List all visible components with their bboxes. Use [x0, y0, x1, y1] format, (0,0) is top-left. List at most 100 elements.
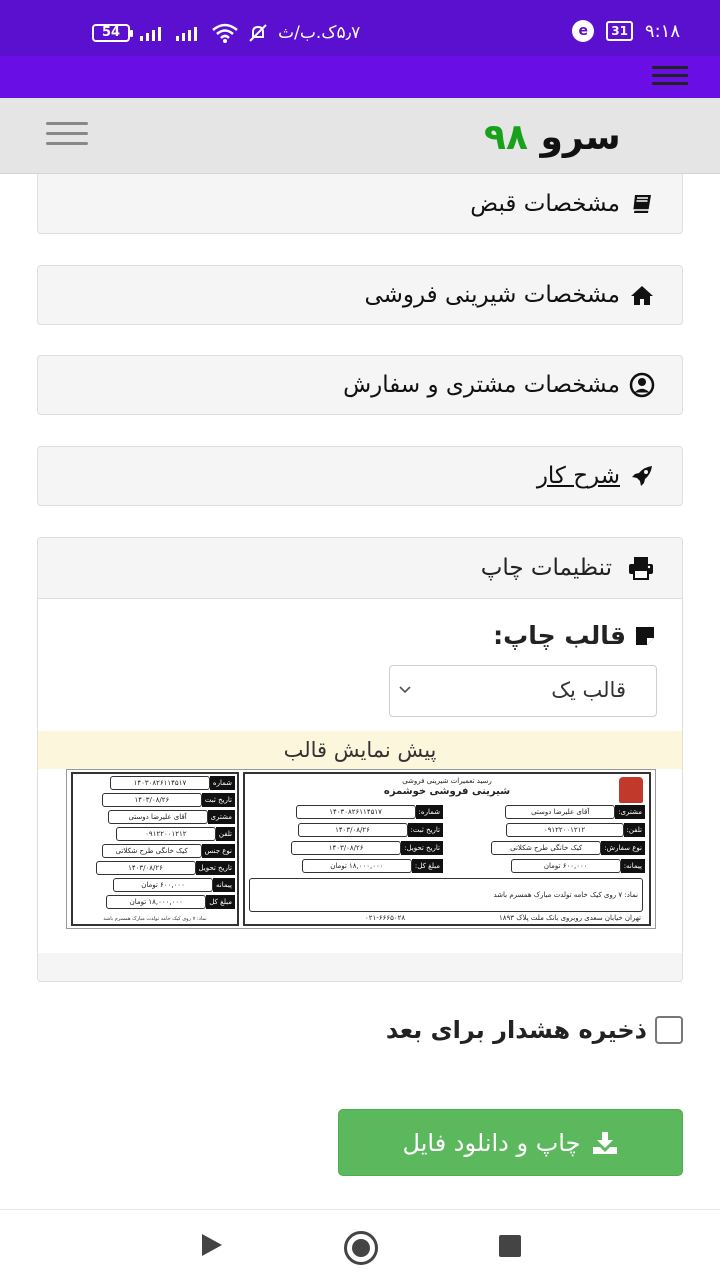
receipt-value: ۰۹۱۲۲۰۰۱۲۱۲ [505, 823, 624, 837]
receipt-key: تاریخ تحویل: [401, 841, 443, 855]
receipt-key: مبلغ کل: [411, 859, 443, 873]
receipt-header-small: رسید تعمیرات شیرینی فروشی [402, 777, 492, 785]
receipt-value: آقای علیرضا دوستی [505, 805, 616, 819]
receipt-row: مشتری آقای علیرضا دوستی [107, 810, 235, 824]
receipt-note: نماد: ۷ روی کیک خامه تولدت مبارک همسرم ب… [249, 878, 643, 912]
panel-label: مشخصات قبض [470, 190, 620, 217]
receipt-row: مشتری: آقای علیرضا دوستی [505, 805, 645, 819]
recent-apps-icon[interactable] [499, 1235, 521, 1257]
receipt-row: پیمانه: ۶۰۰,۰۰۰ تومان [510, 859, 645, 873]
receipt-key: تاریخ تحویل [195, 861, 235, 875]
receipt-value: ۱۴۰۳۰۸۲۶۱۱۴۵۱۷ [295, 805, 416, 819]
receipt-key: مشتری: [615, 805, 645, 819]
template-select-value: قالب یک [551, 678, 626, 702]
panel-label: مشخصات مشتری و سفارش [343, 372, 620, 398]
receipt-value: کیک خانگی طرح شکلاتی [101, 844, 202, 858]
download-icon [592, 1131, 618, 1155]
panel-label: مشخصات شیرینی فروشی [364, 282, 620, 308]
receipt-row: شماره: ۱۴۰۳۰۸۲۶۱۱۴۵۱۷ [295, 805, 443, 819]
receipt-key: تاریخ ثبت: [407, 823, 443, 837]
receipt-row: تاریخ ثبت ۱۴۰۳/۰۸/۲۶ [101, 793, 235, 807]
wifi-icon [212, 23, 238, 43]
system-nav-bar [0, 1209, 720, 1280]
receipt-value: کیک خانگی طرح شکلاتی [491, 841, 602, 855]
receipt-preview: رسید تعمیرات شیرینی فروشی شیرینی فروشی خ… [66, 769, 656, 929]
print-download-button[interactable]: چاپ و دانلود فایل [338, 1109, 683, 1176]
app-bar [0, 56, 720, 98]
printer-icon [626, 554, 656, 582]
receipt-key: پیمانه: [620, 859, 645, 873]
receipt-row: مبلغ کل: ۱۸,۰۰۰,۰۰۰ تومان [301, 859, 443, 873]
receipt-row: تاریخ تحویل ۱۴۰۳/۰۸/۲۶ [95, 861, 235, 875]
receipt-key: تلفن [215, 827, 235, 841]
status-left: 54 ۵٫۷ک.ب/ث [92, 22, 360, 44]
site-header: ۹۸ سرو [0, 98, 720, 174]
back-icon[interactable] [202, 1234, 222, 1256]
home-button-icon[interactable] [344, 1231, 378, 1265]
receipt-value: ۱۴۰۳/۰۸/۲۶ [291, 841, 402, 855]
receipt-row: پیمانه ۶۰۰,۰۰۰ تومان [113, 878, 235, 892]
receipt-main: رسید تعمیرات شیرینی فروشی شیرینی فروشی خ… [243, 772, 651, 926]
template-select[interactable]: قالب یک [389, 665, 657, 717]
receipt-phone: ۰۲۱-۶۶۶۵۰۲۸ [365, 914, 406, 922]
clock: ۹:۱۸ [644, 20, 680, 42]
panel-print-settings: تنظیمات چاپ قالب چاپ: قالب یک پیش نمایش … [37, 537, 683, 982]
signal-icon-2 [176, 27, 198, 41]
print-settings-header[interactable]: تنظیمات چاپ [38, 538, 682, 599]
rocket-icon [628, 462, 656, 490]
receipt-address: تهران خیابان سعدی روبروی بانک ملت پلاک ۱… [499, 914, 641, 922]
menu-icon[interactable] [652, 66, 688, 88]
receipt-key: تاریخ ثبت [201, 793, 235, 807]
receipt-value: ۱۴۰۳/۰۸/۲۶ [101, 793, 202, 807]
template-label-text: قالب چاپ: [493, 621, 626, 650]
status-bar: 54 ۵٫۷ک.ب/ث e 31 ۹:۱۸ [0, 0, 720, 56]
hamburger-icon[interactable] [46, 122, 88, 148]
panel-label: تنظیمات چاپ [480, 555, 612, 581]
receipt-value: آقای علیرضا دوستی [107, 810, 208, 824]
logo-number: ۹۸ [484, 117, 528, 158]
receipt-value: ۱۴۰۳/۰۸/۲۶ [95, 861, 196, 875]
receipt-row: شماره ۱۴۰۳۰۸۲۶۱۱۴۵۱۷ [109, 776, 235, 790]
sticky-note-icon [634, 625, 656, 647]
site-logo[interactable]: ۹۸ سرو [484, 116, 621, 160]
panel-label: شرح کار [536, 463, 620, 489]
panel-customer-order[interactable]: مشخصات مشتری و سفارش [37, 355, 683, 415]
status-right: e 31 ۹:۱۸ [572, 20, 680, 42]
receipt-value: ۱۸,۰۰۰,۰۰۰ تومان [106, 895, 207, 909]
receipt-key: مشتری [207, 810, 235, 824]
receipt-key: نوع جنس [201, 844, 235, 858]
logo-word: سرو [540, 117, 621, 158]
receipt-row: تلفن: ۰۹۱۲۲۰۰۱۲۱۲ [505, 823, 645, 837]
browser-notification-icon: e [572, 20, 595, 42]
panel-receipt-specs[interactable]: مشخصات قبض [37, 174, 683, 234]
save-warning-row: ذخیره هشدار برای بعد [386, 1016, 683, 1044]
book-icon [628, 190, 656, 218]
receipt-row: مبلغ کل ۱۸,۰۰۰,۰۰۰ تومان [106, 895, 235, 909]
receipt-row: تاریخ ثبت: ۱۴۰۳/۰۸/۲۶ [297, 823, 443, 837]
receipt-key: تلفن: [623, 823, 645, 837]
home-icon [628, 281, 656, 309]
signal-icon [140, 27, 162, 41]
receipt-row: تلفن ۰۹۱۲۲۰۰۱۲۱۲ [115, 827, 235, 841]
network-speed: ۵٫۷ک.ب/ث [278, 23, 361, 43]
save-warning-label: ذخیره هشدار برای بعد [385, 1016, 647, 1044]
receipt-key: شماره: [415, 805, 443, 819]
preview-title: پیش نمایش قالب [38, 731, 682, 769]
receipt-key: نوع سفارش: [601, 841, 645, 855]
print-download-label: چاپ و دانلود فایل [402, 1128, 581, 1157]
receipt-stub: شماره ۱۴۰۳۰۸۲۶۱۱۴۵۱۷ تاریخ ثبت ۱۴۰۳/۰۸/۲… [71, 772, 239, 926]
receipt-row: نوع سفارش: کیک خانگی طرح شکلاتی [491, 841, 645, 855]
receipt-value: ۱۴۰۳/۰۸/۲۶ [297, 823, 408, 837]
receipt-value: ۶۰۰,۰۰۰ تومان [113, 878, 214, 892]
save-warning-checkbox[interactable] [655, 1016, 683, 1044]
receipt-stub-note: نماد: ۷ روی کیک خامه تولدت مبارک همسرم ب… [103, 916, 207, 922]
receipt-key: پیمانه [213, 878, 235, 892]
panel-work-description[interactable]: شرح کار [37, 446, 683, 506]
receipt-row: تاریخ تحویل: ۱۴۰۳/۰۸/۲۶ [291, 841, 443, 855]
receipt-shop-name: شیرینی فروشی خوشمزه [383, 786, 511, 797]
panel-shop-specs[interactable]: مشخصات شیرینی فروشی [37, 265, 683, 325]
receipt-value: ۱۴۰۳۰۸۲۶۱۱۴۵۱۷ [109, 776, 210, 790]
receipt-key: شماره [209, 776, 235, 790]
receipt-key: مبلغ کل [206, 895, 235, 909]
receipt-row: نوع جنس کیک خانگی طرح شکلاتی [101, 844, 235, 858]
